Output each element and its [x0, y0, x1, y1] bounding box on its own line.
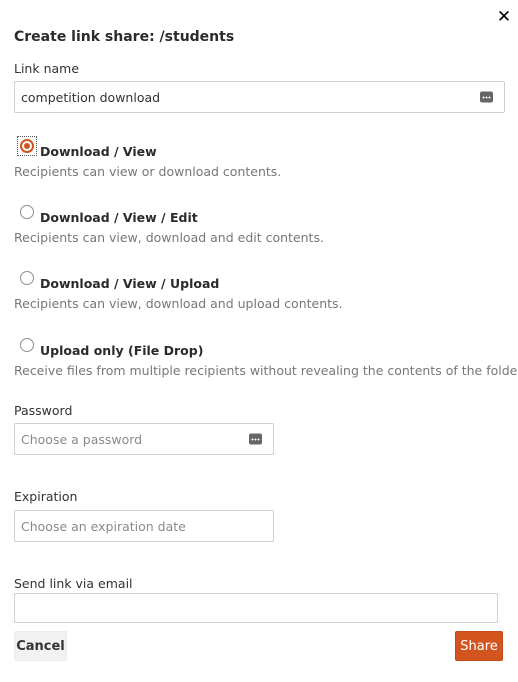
keyboard-icon[interactable]	[480, 91, 493, 103]
password-input[interactable]: Choose a password	[14, 423, 274, 455]
option-description: Recipients can view, download and upload…	[14, 296, 343, 311]
radio-download-view[interactable]	[20, 139, 34, 153]
share-button[interactable]: Share	[455, 631, 503, 661]
link-name-input[interactable]: competition download	[14, 81, 505, 113]
option-description: Recipients can view or download contents…	[14, 164, 282, 179]
password-placeholder: Choose a password	[21, 431, 143, 447]
expiration-placeholder: Choose an expiration date	[21, 518, 186, 534]
close-icon[interactable]: ✕	[496, 9, 512, 26]
dialog-title: Create link share: /students	[14, 29, 235, 45]
radio-download-view-edit[interactable]	[20, 205, 34, 219]
link-name-value: competition download	[21, 89, 161, 105]
option-title: Download / View / Edit	[40, 210, 198, 225]
expiration-input[interactable]: Choose an expiration date	[14, 510, 274, 542]
expiration-label: Expiration	[14, 489, 78, 504]
create-link-share-dialog: ✕ Create link share: /students Link name…	[0, 0, 518, 682]
email-label: Send link via email	[14, 576, 133, 591]
radio-download-view-upload[interactable]	[20, 271, 34, 285]
option-title: Download / View	[40, 144, 157, 159]
option-description: Recipients can view, download and edit c…	[14, 230, 324, 245]
password-label: Password	[14, 403, 73, 418]
link-name-label: Link name	[14, 61, 80, 76]
cancel-button[interactable]: Cancel	[14, 631, 67, 661]
option-title: Download / View / Upload	[40, 276, 220, 291]
radio-upload-only[interactable]	[20, 338, 34, 352]
option-title: Upload only (File Drop)	[40, 343, 204, 358]
keyboard-icon[interactable]	[249, 433, 262, 445]
option-description: Receive files from multiple recipients w…	[14, 363, 518, 378]
email-input[interactable]	[14, 593, 498, 623]
